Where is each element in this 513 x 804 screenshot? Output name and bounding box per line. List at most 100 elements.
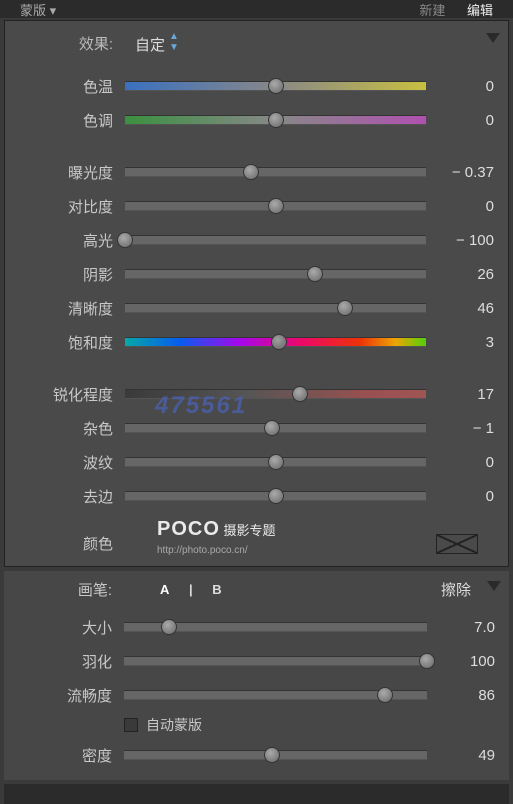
slider-value-sharpness: 17 [434,386,500,403]
slider-value-contrast: 0 [434,198,500,215]
slider-track-clarity[interactable] [125,303,426,313]
slider-value-exposure: − 0.37 [434,164,500,181]
slider-label-moire: 波纹 [13,452,125,473]
top-tab-bar: 蒙版 ▾ 新建 编辑 [0,0,513,18]
slider-label-shadows: 阴影 [13,264,125,285]
slider-thumb-exposure[interactable] [243,164,259,180]
slider-value-flow: 86 [435,687,501,704]
slider-tint: 色调 0 [13,103,500,137]
slider-thumb-moire[interactable] [268,454,284,470]
slider-value-moire: 0 [434,454,500,471]
slider-thumb-saturation[interactable] [271,334,287,350]
slider-exposure: 曝光度 − 0.37 [13,155,500,189]
slider-track-tint[interactable] [125,115,426,125]
slider-value-size: 7.0 [435,619,501,636]
slider-track-exposure[interactable] [125,167,426,177]
automask-checkbox[interactable] [124,718,138,732]
slider-thumb-density[interactable] [264,747,280,763]
color-swatch[interactable] [436,534,478,554]
slider-label-saturation: 饱和度 [13,332,125,353]
slider-thumb-tint[interactable] [268,112,284,128]
slider-density: 密度 49 [12,738,501,772]
slider-track-flow[interactable] [124,690,427,700]
slider-thumb-shadows[interactable] [307,266,323,282]
slider-value-temperature: 0 [434,78,500,95]
slider-label-size: 大小 [12,617,124,638]
slider-track-saturation[interactable] [125,337,426,347]
slider-label-flow: 流畅度 [12,685,124,706]
slider-value-feather: 100 [435,653,501,670]
effects-panel: 效果: 自定▲▼ 色温 0 色调 0 曝光度 − 0.37 对比度 0 高光 − [4,20,509,567]
slider-feather: 羽化 100 [12,644,501,678]
slider-track-defringe[interactable] [125,491,426,501]
slider-clarity: 清晰度 46 [13,291,500,325]
tab-mask[interactable]: 蒙版 ▾ [20,0,56,18]
preset-dropdown[interactable]: 自定▲▼ [135,31,179,55]
slider-track-sharpness[interactable] [125,389,426,399]
brush-title: 画笔: [12,579,124,600]
slider-label-tint: 色调 [13,110,125,131]
slider-highlights: 高光 − 100 [13,223,500,257]
brand-watermark: POCO 摄影专题 http://photo.poco.cn/ [157,518,276,556]
slider-thumb-clarity[interactable] [337,300,353,316]
brush-a-button[interactable]: A [160,582,169,597]
panel-collapse-icon[interactable] [486,33,500,43]
slider-label-noise: 杂色 [13,418,125,439]
slider-label-density: 密度 [12,745,124,766]
slider-value-highlights: − 100 [434,232,500,249]
brush-b-button[interactable]: B [212,582,221,597]
bottom-bar [4,784,509,804]
slider-sharpness: 锐化程度 17 [13,377,500,411]
slider-value-noise: − 1 [434,420,500,437]
slider-value-defringe: 0 [434,488,500,505]
slider-label-defringe: 去边 [13,486,125,507]
slider-thumb-highlights[interactable] [117,232,133,248]
slider-thumb-noise[interactable] [264,420,280,436]
slider-track-highlights[interactable] [125,235,426,245]
slider-flow: 流畅度 86 [12,678,501,712]
slider-label-exposure: 曝光度 [13,162,125,183]
slider-shadows: 阴影 26 [13,257,500,291]
slider-noise: 杂色 − 1 [13,411,500,445]
slider-thumb-sharpness[interactable] [292,386,308,402]
slider-label-feather: 羽化 [12,651,124,672]
slider-label-clarity: 清晰度 [13,298,125,319]
slider-thumb-contrast[interactable] [268,198,284,214]
slider-thumb-defringe[interactable] [268,488,284,504]
slider-track-contrast[interactable] [125,201,426,211]
slider-thumb-flow[interactable] [377,687,393,703]
slider-size: 大小 7.0 [12,610,501,644]
slider-defringe: 去边 0 [13,479,500,513]
automask-label: 自动蒙版 [146,715,202,735]
slider-contrast: 对比度 0 [13,189,500,223]
slider-value-density: 49 [435,747,501,764]
slider-value-shadows: 26 [434,266,500,283]
slider-track-feather[interactable] [124,656,427,666]
color-label: 颜色 [13,533,125,554]
tab-edit[interactable]: 编辑 [467,3,493,18]
tab-new[interactable]: 新建 [419,3,445,18]
slider-saturation: 饱和度 3 [13,325,500,359]
slider-track-noise[interactable] [125,423,426,433]
slider-label-contrast: 对比度 [13,196,125,217]
effects-title: 效果: [13,33,113,54]
erase-button[interactable]: 擦除 [441,579,471,600]
slider-label-highlights: 高光 [13,230,125,251]
slider-value-clarity: 46 [434,300,500,317]
slider-value-saturation: 3 [434,334,500,351]
slider-track-moire[interactable] [125,457,426,467]
slider-temperature: 色温 0 [13,69,500,103]
slider-track-temperature[interactable] [125,81,426,91]
slider-label-temperature: 色温 [13,76,125,97]
slider-track-shadows[interactable] [125,269,426,279]
slider-label-sharpness: 锐化程度 [13,384,125,405]
slider-thumb-size[interactable] [161,619,177,635]
slider-thumb-feather[interactable] [419,653,435,669]
slider-track-density[interactable] [124,750,427,760]
brush-panel: 画笔: A | B 擦除 大小 7.0 羽化 100 流畅度 86 自动蒙版 密… [4,571,509,780]
brush-collapse-icon[interactable] [487,581,501,591]
slider-moire: 波纹 0 [13,445,500,479]
slider-thumb-temperature[interactable] [268,78,284,94]
slider-track-size[interactable] [124,622,427,632]
slider-value-tint: 0 [434,112,500,129]
